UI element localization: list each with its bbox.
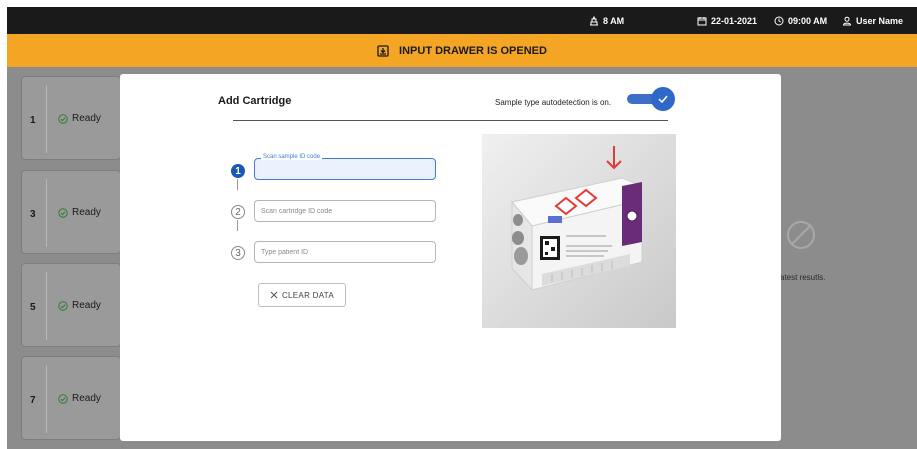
no-results-icon bbox=[787, 221, 815, 249]
module-number: 3 bbox=[30, 209, 36, 220]
module-status: Ready bbox=[58, 300, 101, 311]
step-3-indicator: 3 bbox=[231, 246, 245, 260]
module-status-text: Ready bbox=[72, 393, 101, 404]
top-status-bar: 8 AM 22-01-2021 09:00 AM User Name bbox=[7, 7, 917, 34]
module-card-1[interactable]: 1 Ready bbox=[21, 76, 121, 160]
secondary-action-button[interactable] bbox=[350, 283, 440, 307]
check-circle-icon bbox=[58, 113, 68, 124]
patient-id-field[interactable] bbox=[254, 241, 436, 263]
module-status: Ready bbox=[58, 207, 101, 218]
sample-id-field[interactable]: Scan sample ID code bbox=[254, 154, 436, 180]
step-connector bbox=[237, 220, 238, 231]
rack-status: 8 AM bbox=[589, 16, 624, 26]
time-display: 09:00 AM bbox=[774, 16, 827, 26]
banner-text: INPUT DRAWER IS OPENED bbox=[399, 44, 547, 57]
add-cartridge-dialog: Add Cartridge Sample type autodetection … bbox=[120, 74, 781, 441]
toggle-knob bbox=[651, 87, 675, 111]
cartridge-id-field[interactable] bbox=[254, 200, 436, 222]
step-connector bbox=[237, 179, 238, 190]
check-icon bbox=[658, 95, 668, 104]
user-icon bbox=[842, 16, 852, 26]
title-divider bbox=[233, 120, 668, 121]
module-divider bbox=[46, 179, 47, 247]
calendar-icon bbox=[697, 17, 707, 26]
time-text: 09:00 AM bbox=[788, 16, 828, 26]
drawer-banner: INPUT DRAWER IS OPENED bbox=[7, 34, 917, 67]
app-frame: 8 AM 22-01-2021 09:00 AM User Name INPUT… bbox=[7, 7, 917, 449]
cartridge-id-input[interactable] bbox=[261, 201, 431, 221]
rack-status-text: 8 AM bbox=[603, 16, 625, 26]
step-1-indicator: 1 bbox=[231, 164, 245, 178]
module-card-5[interactable]: 5 Ready bbox=[21, 263, 121, 347]
drawer-in-icon bbox=[377, 44, 389, 57]
check-circle-icon bbox=[58, 207, 68, 218]
autodetect-label: Sample type autodetection is on. bbox=[495, 98, 612, 107]
rack-icon bbox=[590, 16, 598, 26]
patient-id-input[interactable] bbox=[261, 242, 431, 262]
module-status-text: Ready bbox=[72, 300, 101, 311]
dialog-title: Add Cartridge bbox=[218, 95, 292, 107]
module-status: Ready bbox=[58, 393, 101, 404]
close-icon bbox=[270, 291, 278, 299]
sample-id-input[interactable] bbox=[261, 159, 431, 179]
module-card-3[interactable]: 3 Ready bbox=[21, 170, 121, 254]
module-status-text: Ready bbox=[72, 207, 101, 218]
clear-data-label: CLEAR DATA bbox=[281, 290, 335, 300]
module-number: 1 bbox=[30, 115, 36, 126]
check-circle-icon bbox=[58, 393, 68, 404]
date-display: 22-01-2021 bbox=[697, 16, 757, 26]
module-status-text: Ready bbox=[72, 113, 101, 124]
autodetect-toggle[interactable] bbox=[627, 87, 675, 111]
module-divider bbox=[46, 272, 47, 340]
module-number: 5 bbox=[30, 302, 36, 313]
step-2-indicator: 2 bbox=[231, 205, 245, 219]
module-card-7[interactable]: 7 Ready bbox=[21, 356, 121, 440]
background-panel-text: atest resutls. bbox=[780, 273, 826, 282]
check-circle-icon bbox=[58, 300, 68, 311]
date-text: 22-01-2021 bbox=[711, 16, 758, 26]
module-divider bbox=[46, 85, 47, 153]
user-name: User Name bbox=[856, 16, 904, 26]
clock-icon bbox=[774, 16, 784, 26]
module-status: Ready bbox=[58, 113, 101, 124]
cartridge-illustration bbox=[482, 134, 676, 328]
module-number: 7 bbox=[30, 395, 36, 406]
module-divider bbox=[46, 365, 47, 433]
user-menu[interactable]: User Name bbox=[842, 16, 903, 26]
clear-data-button[interactable]: CLEAR DATA bbox=[258, 283, 346, 307]
